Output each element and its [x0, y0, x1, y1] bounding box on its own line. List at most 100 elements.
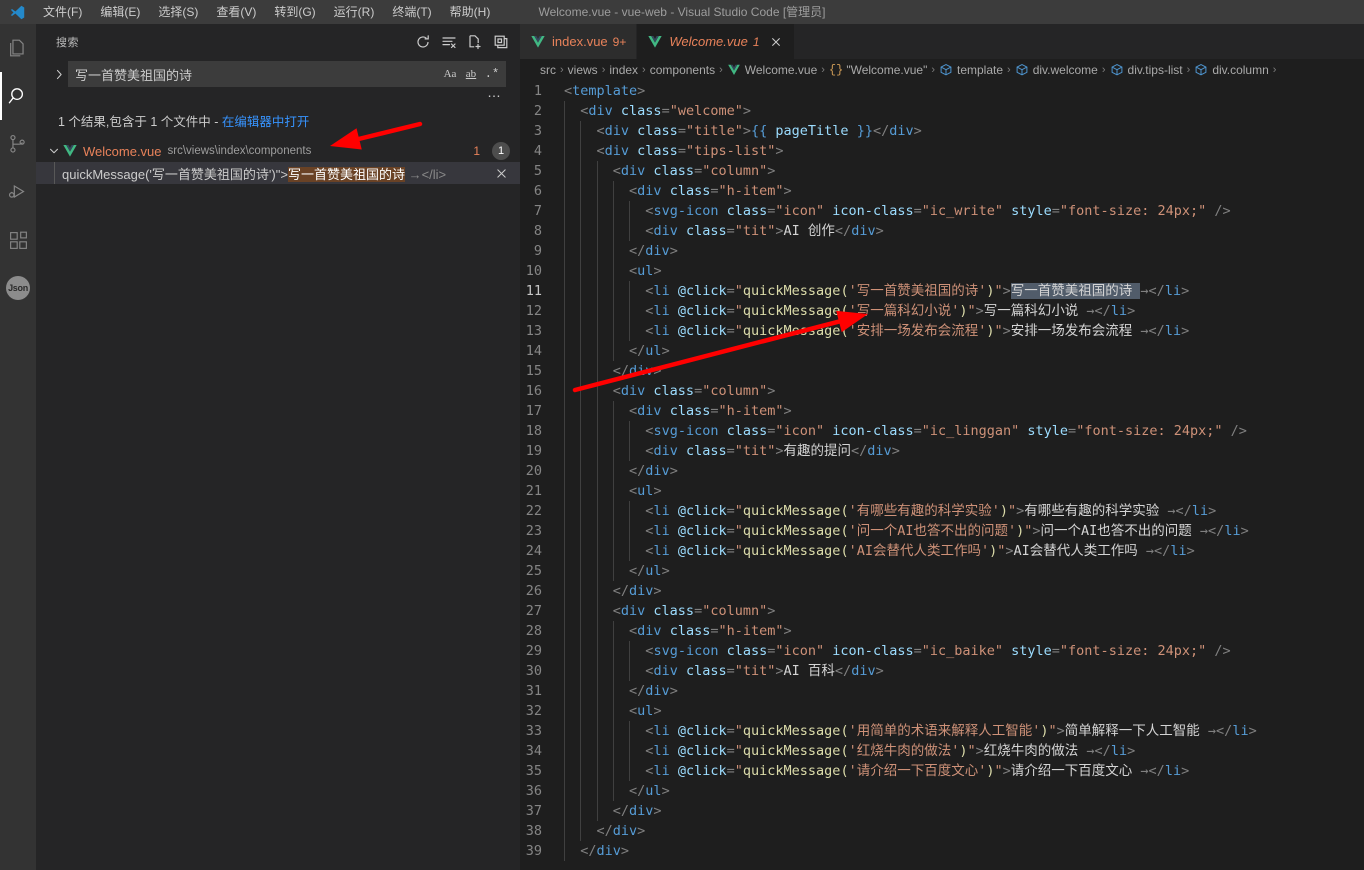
code-line[interactable]: 16 <div class="column"> — [520, 381, 1364, 401]
menu-selection[interactable]: 选择(S) — [149, 0, 207, 24]
menu-help[interactable]: 帮助(H) — [441, 0, 500, 24]
code-line[interactable]: 34 <li @click="quickMessage('红烧牛肉的做法')">红… — [520, 741, 1364, 761]
indent-guide — [580, 521, 582, 541]
code-line[interactable]: 31 </div> — [520, 681, 1364, 701]
code-line[interactable]: 8 <div class="tit">AI 创作</div> — [520, 221, 1364, 241]
code-line[interactable]: 4 <div class="tips-list"> — [520, 141, 1364, 161]
open-in-editor-link[interactable]: 在编辑器中打开 — [222, 115, 310, 129]
breadcrumb-item-welcome.vue[interactable]: {} "Welcome.vue" — [829, 63, 927, 77]
code-token-attr: class — [718, 643, 768, 659]
code-line[interactable]: 25 </ul> — [520, 561, 1364, 581]
code-line[interactable]: 7 <svg-icon class="icon" icon-class="ic_w… — [520, 201, 1364, 221]
code-line[interactable]: 14 </ul> — [520, 341, 1364, 361]
indent-guide — [564, 161, 565, 181]
menu-run[interactable]: 运行(R) — [325, 0, 384, 24]
code-line[interactable]: 23 <li @click="quickMessage('问一个AI也答不出的问题… — [520, 521, 1364, 541]
indent-guide — [564, 681, 565, 701]
code-line[interactable]: 39 </div> — [520, 841, 1364, 861]
menu-terminal[interactable]: 终端(T) — [383, 0, 440, 24]
code-line[interactable]: 11 <li @click="quickMessage('写一首赞美祖国的诗')"… — [520, 281, 1364, 301]
activity-json[interactable]: Json — [0, 264, 36, 312]
code-line[interactable]: 29 <svg-icon class="icon" icon-class="ic_… — [520, 641, 1364, 661]
code-line[interactable]: 24 <li @click="quickMessage('AI会替代人类工作吗')… — [520, 541, 1364, 561]
open-new-search-editor-button[interactable] — [464, 31, 486, 53]
activity-run-debug[interactable] — [0, 168, 36, 216]
breadcrumb-item-views[interactable]: views — [568, 63, 598, 77]
search-input[interactable] — [69, 62, 440, 86]
code-line[interactable]: 17 <div class="h-item"> — [520, 401, 1364, 421]
code-token-punct: /> — [1222, 423, 1247, 439]
activity-explorer[interactable] — [0, 24, 36, 72]
code-line[interactable]: 3 <div class="title">{{ pageTitle }}</div… — [520, 121, 1364, 141]
menu-edit[interactable]: 编辑(E) — [91, 0, 149, 24]
code-line[interactable]: 12 <li @click="quickMessage('写一篇科幻小说')">写… — [520, 301, 1364, 321]
search-result-match-row[interactable]: quickMessage('写一首赞美祖国的诗')">写一首赞美祖国的诗 →</… — [36, 162, 520, 184]
code-line[interactable]: 2 <div class="welcome"> — [520, 101, 1364, 121]
menu-bar[interactable]: 文件(F) 编辑(E) 选择(S) 查看(V) 转到(G) 运行(R) 终端(T… — [34, 0, 499, 24]
code-line[interactable]: 1 <template> — [520, 81, 1364, 101]
tab-welcome-vue[interactable]: Welcome.vue 1 — [637, 24, 795, 59]
code-token-attr: style — [1019, 423, 1069, 439]
code-line[interactable]: 28 <div class="h-item"> — [520, 621, 1364, 641]
code-line[interactable]: 27 <div class="column"> — [520, 601, 1364, 621]
activity-extensions[interactable] — [0, 216, 36, 264]
code-line[interactable]: 15 </div> — [520, 361, 1364, 381]
menu-view[interactable]: 查看(V) — [207, 0, 265, 24]
tab-welcome-vue-count: 1 — [752, 34, 760, 49]
toggle-replace-button[interactable] — [50, 61, 68, 87]
code-line[interactable]: 18 <svg-icon class="icon" icon-class="ic_… — [520, 421, 1364, 441]
tab-index-vue[interactable]: index.vue 9+ — [520, 24, 638, 59]
code-token-punct: > — [875, 663, 884, 679]
code-line[interactable]: 6 <div class="h-item"> — [520, 181, 1364, 201]
code-line[interactable]: 5 <div class="column"> — [520, 161, 1364, 181]
breadcrumb-item-div.welcome[interactable]: div.welcome — [1015, 63, 1098, 77]
search-result-file-row[interactable]: Welcome.vue src\views\index\components 1… — [36, 140, 520, 162]
code-line[interactable]: 9 </div> — [520, 241, 1364, 261]
toggle-search-details-button[interactable]: … — [483, 85, 506, 105]
indent-guide — [596, 261, 598, 281]
code-line[interactable]: 22 <li @click="quickMessage('有哪些有趣的科学实验')… — [520, 501, 1364, 521]
indent-guide — [580, 561, 582, 581]
code-line[interactable]: 37 </div> — [520, 801, 1364, 821]
indent-guide — [564, 201, 565, 221]
breadcrumb-item-welcome.vue[interactable]: Welcome.vue — [727, 63, 817, 77]
search-input-row[interactable]: Aa ab .* — [68, 61, 506, 87]
indent-guide — [564, 281, 565, 301]
code-line[interactable]: 20 </div> — [520, 461, 1364, 481]
breadcrumb-item-div.column[interactable]: div.column — [1194, 63, 1269, 77]
code-editor[interactable]: 1 <template> 2 <div class="welcome"> 3 <div c… — [520, 81, 1364, 870]
collapse-all-button[interactable] — [490, 31, 512, 53]
chevron-down-icon[interactable] — [46, 140, 62, 162]
breadcrumb-item-src[interactable]: src — [540, 63, 556, 77]
code-line[interactable]: 35 <li @click="quickMessage('请介绍一下百度文心')"… — [520, 761, 1364, 781]
code-line[interactable]: 19 <div class="tit">有趣的提问</div> — [520, 441, 1364, 461]
code-line[interactable]: 10 <ul> — [520, 261, 1364, 281]
indent-guide — [596, 641, 598, 661]
code-line[interactable]: 33 <li @click="quickMessage('用简单的术语来解释人工智… — [520, 721, 1364, 741]
indent-guide — [596, 461, 598, 481]
dismiss-match-button[interactable] — [495, 162, 508, 184]
breadcrumb-item-div.tips-list[interactable]: div.tips-list — [1110, 63, 1183, 77]
refresh-search-button[interactable] — [412, 31, 434, 53]
close-icon[interactable] — [768, 34, 784, 50]
code-line[interactable]: 13 <li @click="quickMessage('安排一场发布会流程')"… — [520, 321, 1364, 341]
clear-search-results-button[interactable] — [438, 31, 460, 53]
code-line[interactable]: 38 </div> — [520, 821, 1364, 841]
use-regex-toggle[interactable]: .* — [482, 64, 502, 84]
match-case-toggle[interactable]: Aa — [440, 64, 460, 84]
code-line[interactable]: 30 <div class="tit">AI 百科</div> — [520, 661, 1364, 681]
code-token-text: 请介绍一下百度文心 — [1010, 763, 1141, 779]
breadcrumb-item-components[interactable]: components — [650, 63, 715, 77]
activity-search[interactable] — [0, 72, 36, 120]
breadcrumb-item-template[interactable]: template — [939, 63, 1003, 77]
breadcrumb-item-index[interactable]: index — [609, 63, 638, 77]
match-whole-word-toggle[interactable]: ab — [461, 64, 481, 84]
code-line[interactable]: 32 <ul> — [520, 701, 1364, 721]
code-tokens: <svg-icon class="icon" icon-class="ic_wr… — [564, 201, 1230, 221]
code-line[interactable]: 26 </div> — [520, 581, 1364, 601]
menu-go[interactable]: 转到(G) — [265, 0, 324, 24]
code-line[interactable]: 21 <ul> — [520, 481, 1364, 501]
menu-file[interactable]: 文件(F) — [34, 0, 91, 24]
code-line[interactable]: 36 </ul> — [520, 781, 1364, 801]
activity-source-control[interactable] — [0, 120, 36, 168]
